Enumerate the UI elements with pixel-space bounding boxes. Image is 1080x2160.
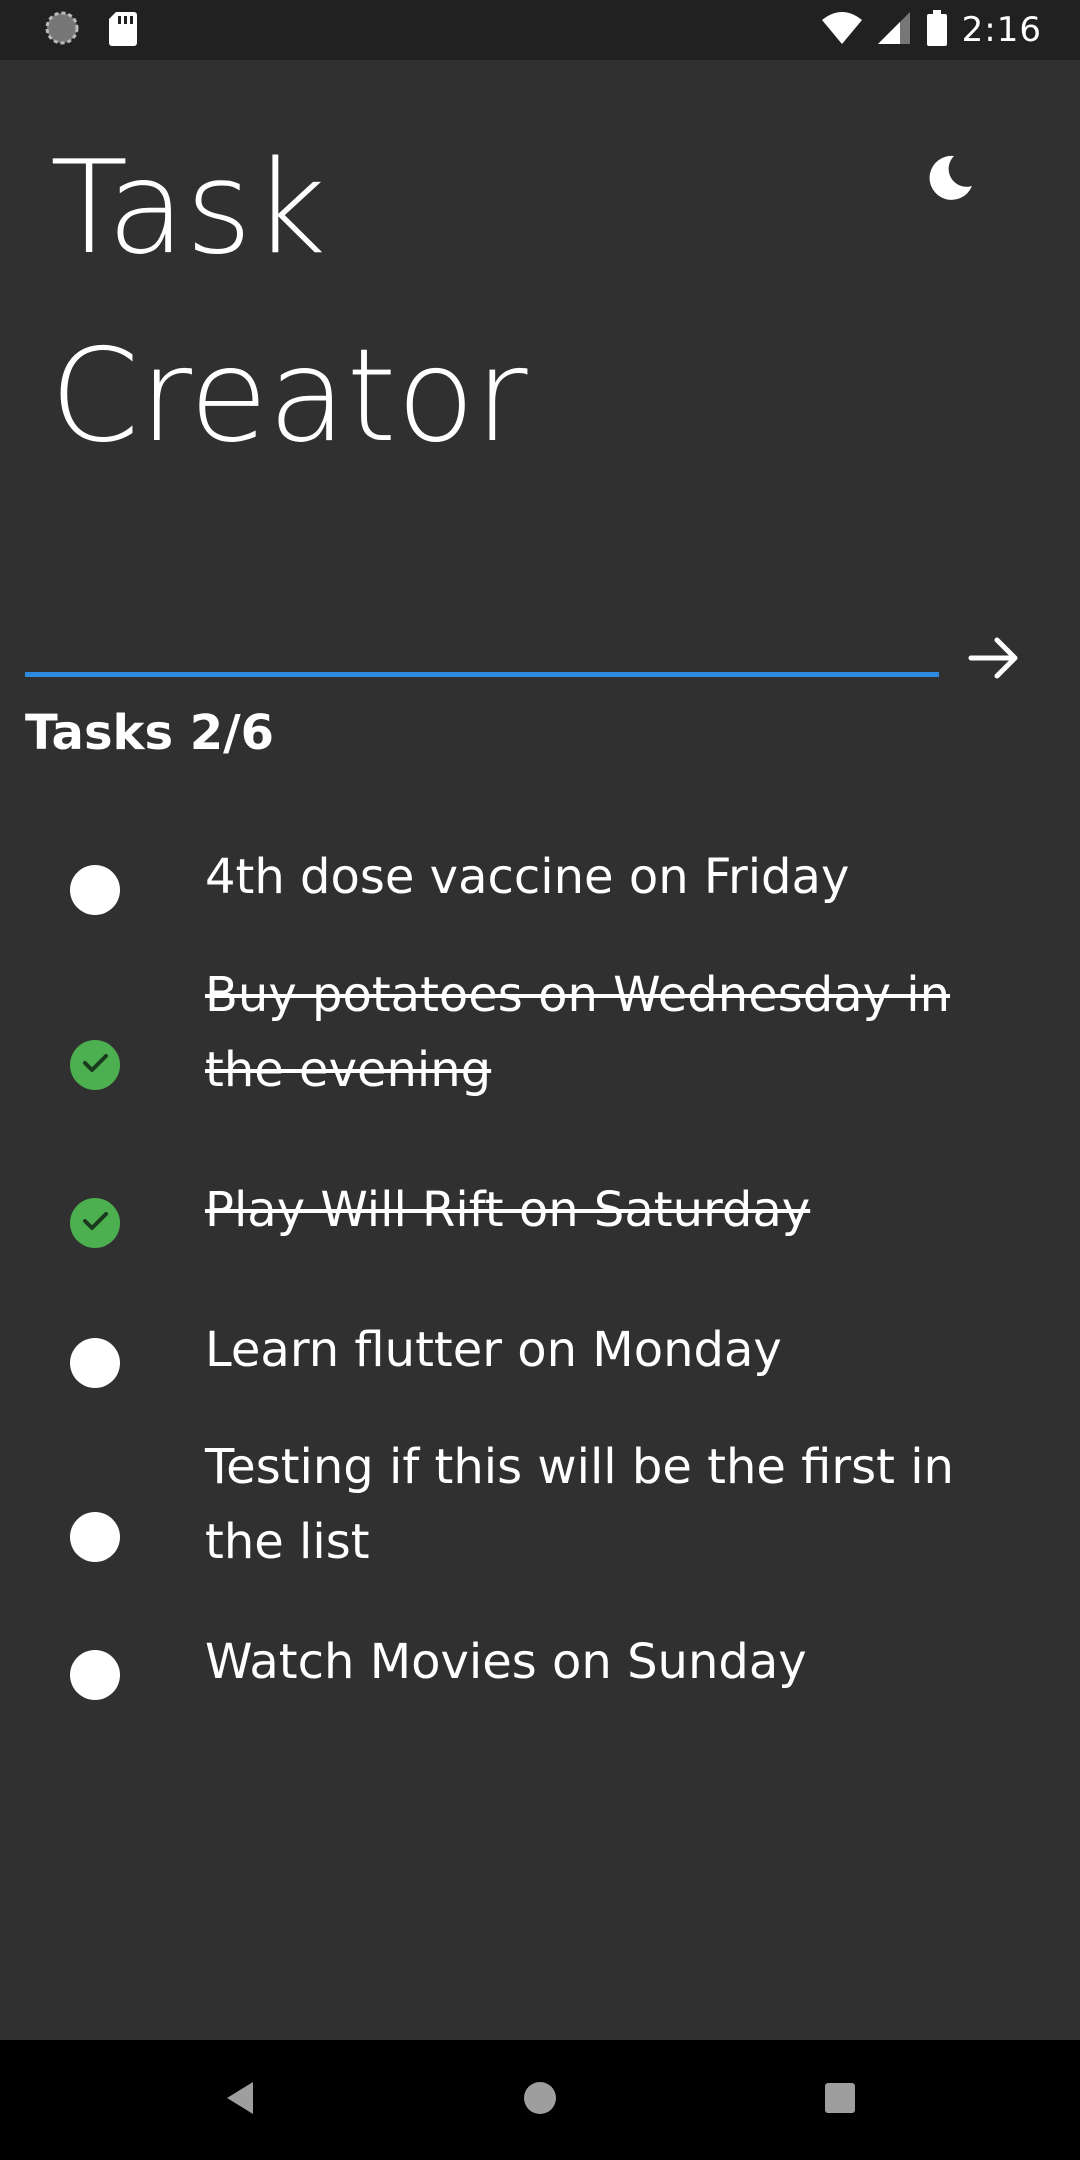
check-icon <box>80 1206 110 1240</box>
task-checkbox[interactable] <box>70 865 120 915</box>
wifi-icon <box>820 10 864 50</box>
task-label: Learn flutter on Monday <box>205 1322 782 1378</box>
check-icon <box>80 1048 110 1082</box>
home-icon <box>522 2080 558 2120</box>
arrow-right-icon <box>967 630 1023 690</box>
battery-icon <box>926 10 948 50</box>
task-checkbox-checked[interactable] <box>70 1198 120 1248</box>
moon-icon <box>924 152 976 208</box>
task-checkbox-checked[interactable] <box>70 1040 120 1090</box>
tasks-count-header: Tasks 2/6 <box>25 705 275 761</box>
task-label: 4th dose vaccine on Friday <box>205 849 850 905</box>
status-bar: 2:16 <box>0 0 1080 60</box>
status-time: 2:16 <box>961 10 1042 50</box>
add-task-button[interactable] <box>955 620 1035 700</box>
status-right-icons: 2:16 <box>820 8 1042 52</box>
task-label: Testing if this will be the first in the… <box>205 1439 954 1570</box>
back-button[interactable] <box>210 2070 270 2130</box>
task-label: Buy potatoes on Wednesday in the evening <box>205 967 951 1098</box>
app-body: Task Creator Tasks 2/6 4th dose vaccine … <box>0 60 1080 2040</box>
sd-card-icon <box>108 10 138 50</box>
status-left-icons <box>44 10 138 50</box>
recents-button[interactable] <box>810 2070 870 2130</box>
task-checkbox[interactable] <box>70 1512 120 1562</box>
signal-icon <box>877 10 912 50</box>
back-icon <box>223 2080 257 2120</box>
page-title-line-1: Task <box>50 134 327 283</box>
theme-toggle-button[interactable] <box>910 140 990 220</box>
home-button[interactable] <box>510 2070 570 2130</box>
task-checkbox[interactable] <box>70 1650 120 1700</box>
task-label: Watch Movies on Sunday <box>205 1634 807 1690</box>
recents-icon <box>824 2082 856 2118</box>
system-nav-bar <box>0 2040 1080 2160</box>
task-label: Play Will Rift on Saturday <box>205 1182 811 1238</box>
task-input[interactable] <box>25 590 939 677</box>
task-checkbox[interactable] <box>70 1338 120 1388</box>
sync-icon <box>44 10 80 50</box>
page-title-line-2: Creator <box>50 322 528 471</box>
